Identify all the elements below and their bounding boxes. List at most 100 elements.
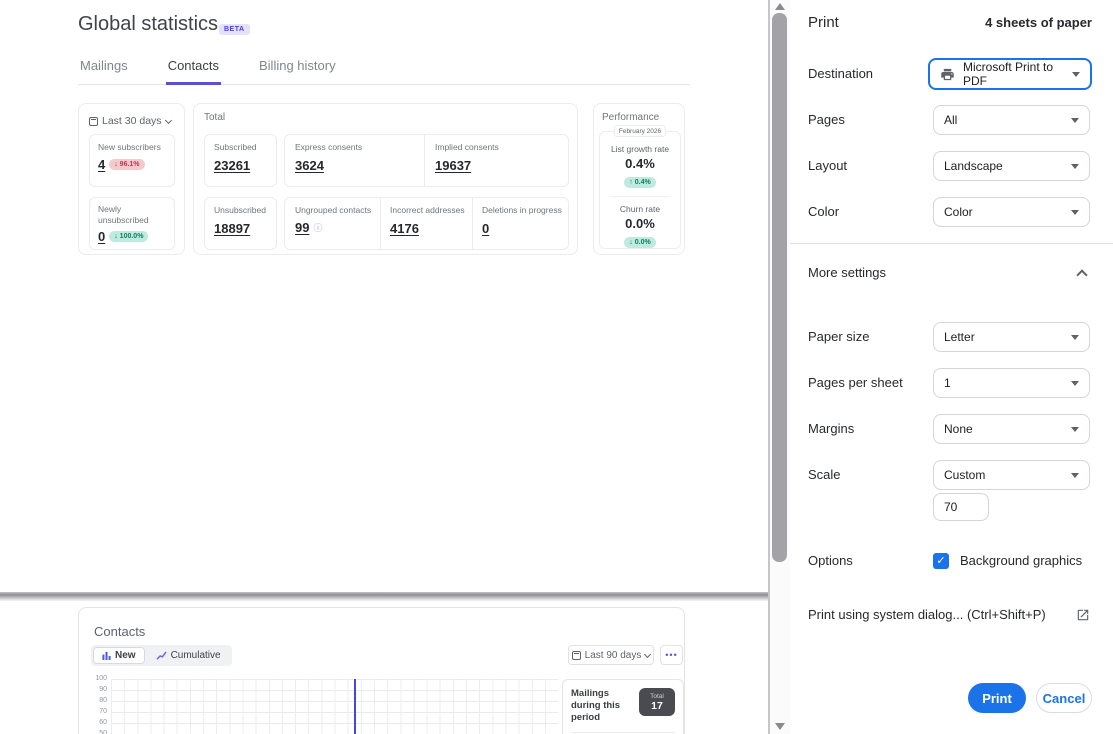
more-settings-label: More settings [808, 258, 886, 288]
tab-bar: Mailings Contacts Billing history [78, 58, 690, 85]
stat-label: Ungrouped contacts [295, 205, 375, 216]
tab-mailings[interactable]: Mailings [78, 58, 130, 84]
y-axis-tick: 80 [85, 697, 107, 704]
more-settings-toggle[interactable]: More settings [808, 258, 1092, 288]
paper-size-label: Paper size [808, 329, 869, 344]
layout-value: Landscape [944, 159, 1063, 173]
divider [571, 732, 675, 733]
bar-chart-icon [102, 651, 111, 660]
more-options-button[interactable]: ••• [660, 645, 683, 665]
scrollbar-down-arrow[interactable] [775, 723, 785, 730]
period-selector[interactable]: Last 30 days [89, 115, 171, 127]
print-button[interactable]: Print [968, 683, 1026, 713]
preview-scrollbar[interactable] [768, 0, 790, 734]
pages-label: Pages [808, 112, 845, 127]
stat-value-link[interactable]: 19637 [435, 158, 471, 173]
pages-per-sheet-value: 1 [944, 376, 1063, 390]
trend-badge: ↑ 0.4% [624, 177, 655, 188]
y-axis-tick: 50 [85, 730, 107, 734]
toggle-cumulative[interactable]: Cumulative [147, 647, 230, 664]
info-icon[interactable]: ⓘ [313, 221, 322, 234]
metric-label: Churn rate [600, 204, 680, 214]
margins-value: None [944, 422, 1063, 436]
stat-value-link[interactable]: 4 [98, 157, 105, 172]
stat-newly-unsubscribed: Newly unsubscribed 0 ↓ 100.0% [89, 197, 175, 250]
tab-contacts[interactable]: Contacts [166, 58, 221, 85]
preview-page-1: Global statistics BETA Mailings Contacts… [0, 0, 768, 592]
stat-deletions-in-progress: Deletions in progress 0 [482, 205, 566, 242]
dialog-title: Print [808, 14, 839, 31]
metric-value: 0.4% [600, 156, 680, 171]
beta-badge: BETA [219, 24, 250, 35]
trend-badge: ↓ 0.0% [624, 237, 655, 248]
line-chart-icon [156, 651, 167, 660]
stat-value-link[interactable]: 0 [98, 229, 105, 244]
stat-value-link[interactable]: 99 [295, 220, 309, 235]
performance-metrics: February 2026 List growth rate 0.4% ↑ 0.… [599, 131, 681, 249]
trend-badge: ↓ 100.0% [109, 231, 148, 242]
metric-value: 0.0% [600, 216, 680, 231]
stat-label: Subscribed [214, 142, 267, 153]
stat-label: Express consents [295, 142, 420, 153]
chevron-down-icon [1071, 381, 1079, 386]
chevron-down-icon [1071, 118, 1079, 123]
scale-custom-input[interactable] [933, 493, 989, 521]
stat-groups-row: Ungrouped contacts 99 ⓘ Incorrect addres… [284, 197, 569, 250]
performance-card-label: Performance [602, 112, 659, 123]
cancel-button[interactable]: Cancel [1036, 683, 1092, 713]
total-badge: Total 17 [639, 688, 675, 716]
stat-label: Incorrect addresses [390, 205, 468, 216]
scrollbar-up-arrow[interactable] [775, 3, 785, 10]
color-label: Color [808, 204, 839, 219]
background-graphics-checkbox[interactable]: ✓ [933, 553, 949, 569]
page-gap [0, 592, 768, 601]
printer-icon [940, 67, 955, 82]
chevron-down-icon [1071, 335, 1079, 340]
stat-unsubscribed: Unsubscribed 18897 [204, 197, 277, 250]
stat-value-link[interactable]: 23261 [214, 158, 250, 173]
y-axis-tick: 60 [85, 719, 107, 726]
system-dialog-link[interactable]: Print using system dialog... (Ctrl+Shift… [808, 600, 1092, 630]
background-graphics-label: Background graphics [960, 546, 1082, 576]
pages-per-sheet-select[interactable]: 1 [933, 368, 1090, 398]
y-axis-tick: 90 [85, 686, 107, 693]
destination-select[interactable]: Microsoft Print to PDF [928, 58, 1092, 90]
divider [610, 196, 670, 197]
stat-value-link[interactable]: 18897 [214, 221, 250, 236]
stat-value-link[interactable]: 0 [482, 221, 489, 236]
paper-size-select[interactable]: Letter [933, 322, 1090, 352]
chart-day-marker [354, 679, 356, 734]
stat-consents-group: Express consents 3624 Implied consents 1… [284, 134, 569, 187]
page-title: Global statistics [78, 13, 218, 36]
period-label: Last 30 days [102, 115, 162, 127]
preview-page-2: Contacts New Cumulati [0, 601, 768, 734]
print-preview-window: Global statistics BETA Mailings Contacts… [0, 0, 1113, 734]
margins-label: Margins [808, 421, 854, 436]
print-dialog: Print 4 sheets of paper Destination Micr… [790, 0, 1113, 734]
print-preview-pane: Global statistics BETA Mailings Contacts… [0, 0, 768, 734]
margins-select[interactable]: None [933, 414, 1090, 444]
scale-select[interactable]: Custom [933, 460, 1090, 490]
destination-label: Destination [808, 66, 873, 81]
divider [790, 243, 1113, 244]
tab-billing-history[interactable]: Billing history [257, 58, 338, 84]
chevron-down-icon [1071, 473, 1079, 478]
calendar-icon [572, 651, 581, 660]
color-select[interactable]: Color [933, 197, 1090, 227]
y-axis-tick: 70 [85, 708, 107, 715]
total-badge-value: 17 [651, 700, 663, 712]
layout-select[interactable]: Landscape [933, 151, 1090, 181]
chart-period-selector[interactable]: Last 90 days [568, 645, 654, 665]
stat-incorrect-addresses: Incorrect addresses 4176 [390, 205, 468, 242]
stat-value-link[interactable]: 4176 [390, 221, 419, 236]
stat-express-consents: Express consents 3624 [295, 142, 420, 179]
stat-value-link[interactable]: 3624 [295, 158, 324, 173]
stat-new-subscribers: New subscribers 4 ↓ 96.1% [89, 134, 175, 187]
pages-select[interactable]: All [933, 105, 1090, 135]
info-card-title: Mailings during this period [571, 688, 633, 724]
y-axis-tick: 100 [85, 675, 107, 682]
toggle-new[interactable]: New [93, 647, 145, 664]
scrollbar-thumb[interactable] [772, 13, 787, 562]
chart-card-title: Contacts [94, 624, 145, 639]
chevron-up-icon [1076, 269, 1087, 280]
